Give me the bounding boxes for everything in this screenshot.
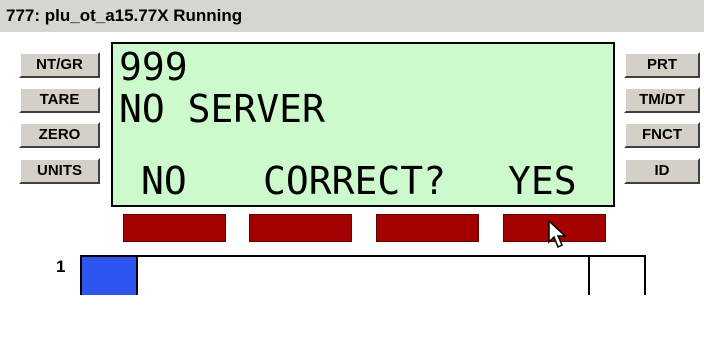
softkey-1[interactable] <box>123 214 226 242</box>
nt-gr-button[interactable]: NT/GR <box>19 52 100 78</box>
scale-bar-divider <box>588 257 590 295</box>
prompt-no-label: NO <box>141 159 187 203</box>
softkey-3[interactable] <box>376 214 479 242</box>
prompt-yes-label: YES <box>508 159 577 203</box>
mouse-pointer-icon <box>548 220 567 249</box>
prompt-question-label: CORRECT? <box>263 159 447 203</box>
fnct-button[interactable]: FNCT <box>624 122 700 148</box>
display-line-1: 999 <box>119 45 188 89</box>
softkey-2[interactable] <box>249 214 352 242</box>
prt-button[interactable]: PRT <box>624 52 700 78</box>
zero-button[interactable]: ZERO <box>19 122 100 148</box>
scale-status-bar <box>80 255 646 295</box>
units-button[interactable]: UNITS <box>19 158 100 184</box>
scale-number: 1 <box>56 257 66 276</box>
lcd-display: 999 NO SERVER NO CORRECT? YES <box>111 42 615 207</box>
display-line-2: NO SERVER <box>119 87 325 131</box>
scale-indicator-fill <box>82 257 138 295</box>
id-button[interactable]: ID <box>624 158 700 184</box>
tare-button[interactable]: TARE <box>19 87 100 113</box>
window-title: 777: plu_ot_a15.77X Running <box>0 0 704 32</box>
tm-dt-button[interactable]: TM/DT <box>624 87 700 113</box>
